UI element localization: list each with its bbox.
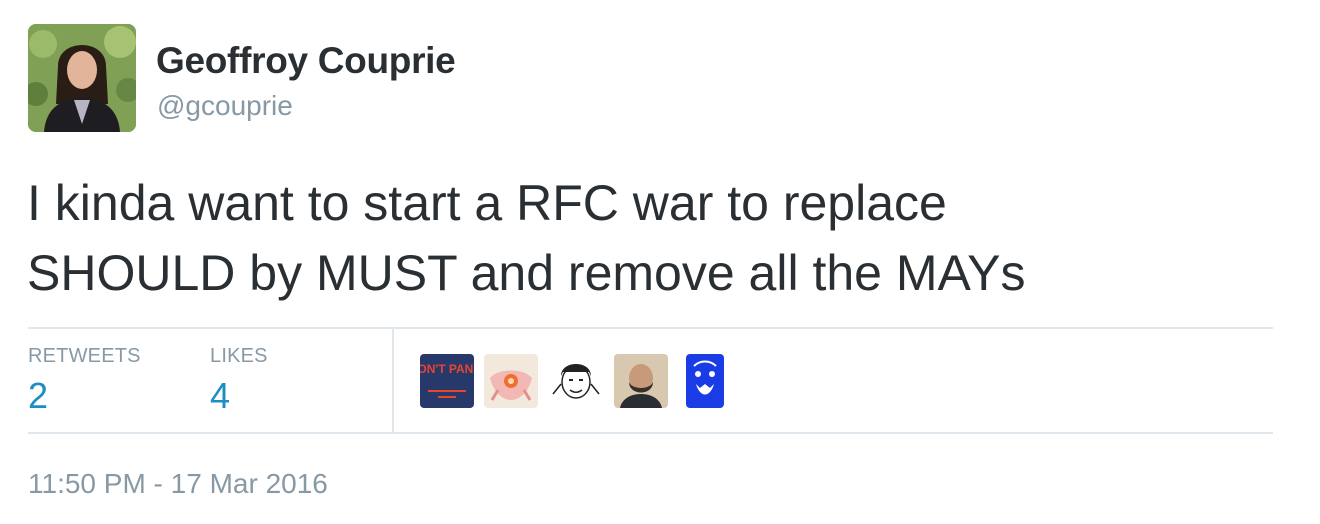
likes-label: LIKES xyxy=(210,345,268,367)
stats-divider-bottom xyxy=(28,432,1273,434)
author-handle[interactable]: @gcouprie xyxy=(157,90,293,122)
tweet-timestamp[interactable]: 11:50 PM - 17 Mar 2016 xyxy=(28,468,328,500)
stats-divider-top xyxy=(28,327,1273,329)
author-avatar[interactable] xyxy=(28,24,136,132)
liker-avatar-sketch-face[interactable] xyxy=(549,354,603,408)
liker-avatar-blue-face[interactable] xyxy=(686,354,724,408)
liker-avatar-dont-panic[interactable]: DON'T PANIC xyxy=(420,354,474,408)
likes-stat[interactable]: LIKES 4 xyxy=(210,345,268,414)
retweets-label: RETWEETS xyxy=(28,345,141,367)
stats-vertical-divider xyxy=(392,329,394,432)
tweet-text-line-1: I kinda want to start a RFC war to repla… xyxy=(27,175,947,231)
author-name[interactable]: Geoffroy Couprie xyxy=(156,40,456,82)
liker-avatar-bearded-man[interactable] xyxy=(614,354,668,408)
liker-avatar-pink-creature[interactable] xyxy=(484,354,538,408)
likes-count: 4 xyxy=(210,375,231,416)
retweets-stat[interactable]: RETWEETS 2 xyxy=(28,345,141,414)
dont-panic-text: DON'T PANIC xyxy=(420,362,474,376)
tweet-text: I kinda want to start a RFC war to repla… xyxy=(27,168,1277,308)
retweets-count: 2 xyxy=(28,375,49,416)
tweet-text-line-2: SHOULD by MUST and remove all the MAYs xyxy=(27,245,1026,301)
